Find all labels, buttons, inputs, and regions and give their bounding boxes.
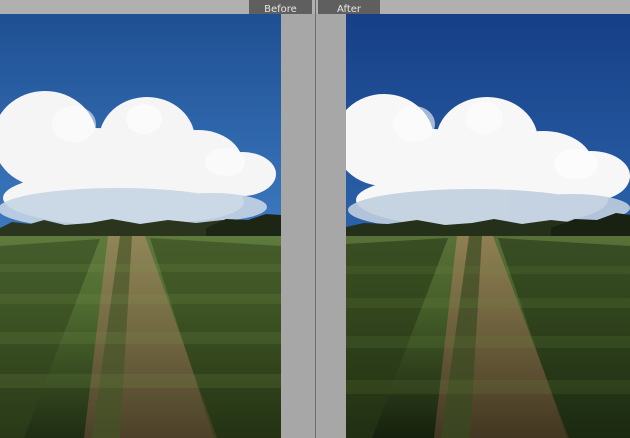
before-pane: Before xyxy=(0,0,315,438)
after-pane: After xyxy=(316,0,630,438)
after-gutter xyxy=(316,14,346,438)
after-photo xyxy=(346,14,630,438)
before-gutter xyxy=(281,14,315,438)
before-photo xyxy=(0,14,281,438)
